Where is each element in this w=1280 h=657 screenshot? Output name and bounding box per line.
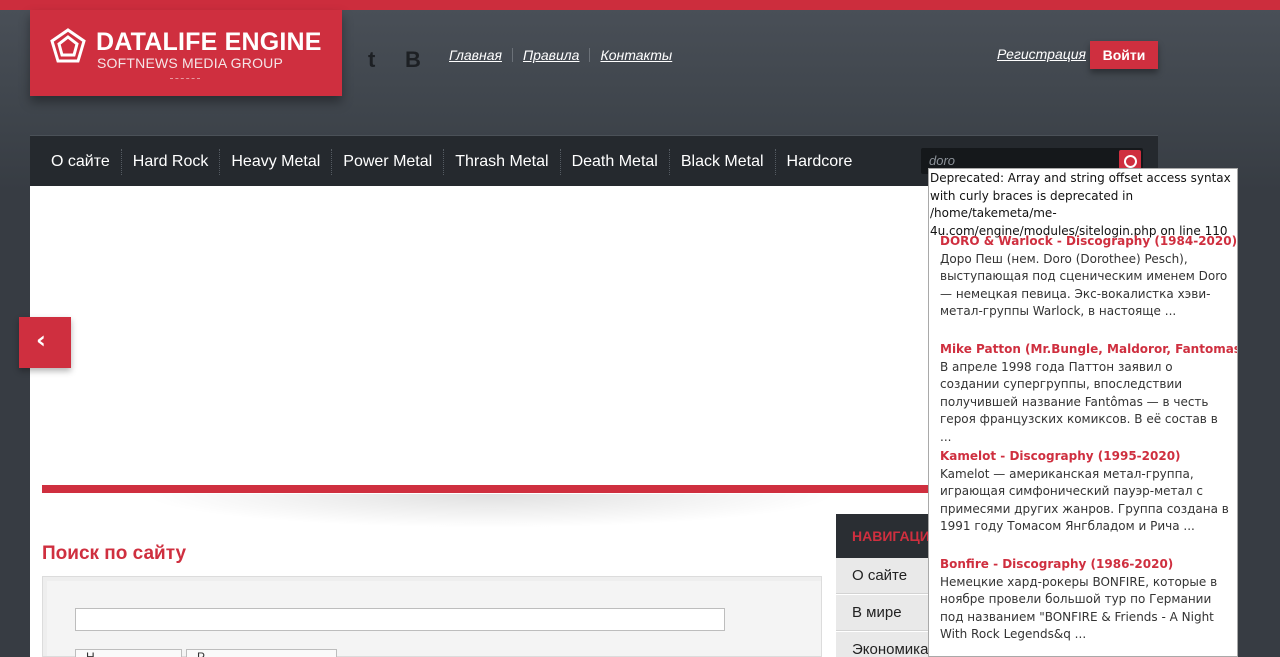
nav-item-hardcore[interactable]: Hardcore	[774, 148, 864, 175]
nav-item-black-metal[interactable]: Black Metal	[668, 148, 775, 175]
search-result-snippet: Kamelot — американская метал-группа, игр…	[940, 466, 1229, 534]
top-accent-strip	[0, 0, 1280, 10]
logo-divider	[170, 78, 200, 79]
advanced-search-button[interactable]: Р	[186, 649, 337, 657]
top-link-contacts[interactable]: Контакты	[600, 47, 672, 63]
nav-item-thrash-metal[interactable]: Thrash Metal	[443, 148, 559, 175]
top-link-home[interactable]: Главная	[449, 47, 502, 63]
slider-bottom-bar	[42, 485, 938, 493]
search-submit-button[interactable]: Н	[75, 649, 182, 657]
nav-item-hard-rock[interactable]: Hard Rock	[120, 148, 220, 175]
sidebar-heading: НАВИГАЦИ	[836, 514, 938, 558]
login-button[interactable]: Войти	[1090, 41, 1158, 69]
register-link[interactable]: Регистрация	[997, 46, 1086, 62]
search-result-title[interactable]: Bonfire - Discography (1986-2020)	[940, 556, 1230, 574]
search-result-snippet: Немецкие хард-рокеры BONFIRE, которые в …	[940, 574, 1218, 642]
search-result-snippet: Доро Пеш (нем. Doro (Dorothee) Pesch), в…	[940, 251, 1228, 319]
logo-star-icon	[50, 28, 86, 63]
top-link-separator	[511, 48, 513, 62]
site-search-input[interactable]	[75, 608, 725, 631]
sidebar-item-economy[interactable]: Экономика	[836, 632, 938, 657]
site-logo[interactable]: DATALIFE ENGINE SOFTNEWS MEDIA GROUP	[30, 10, 342, 96]
top-link-separator	[589, 48, 591, 62]
twitter-icon[interactable]: t	[368, 47, 375, 73]
sidebar-item-label: В мире	[852, 604, 902, 621]
search-result-item[interactable]: Kamelot - Discography (1995-2020) Kamelo…	[940, 448, 1230, 536]
logo-title: DATALIFE ENGINE	[96, 28, 322, 56]
search-results-dropdown: Deprecated: Array and string offset acce…	[928, 168, 1238, 657]
quick-search-value: doro	[929, 153, 956, 168]
chevron-left-icon: ‹	[36, 326, 46, 354]
search-result-title[interactable]: DORO & Warlock - Discography (1984-2020)	[940, 233, 1237, 251]
nav-item-power-metal[interactable]: Power Metal	[331, 148, 443, 175]
slider-prev-button[interactable]: ‹	[19, 317, 71, 368]
search-result-title[interactable]: Mike Patton (Mr.Bungle, Maldoror, Fantom…	[940, 341, 1237, 359]
page-title: Поиск по сайту	[42, 543, 187, 564]
search-result-item[interactable]: DORO & Warlock - Discography (1984-2020)…	[940, 233, 1237, 321]
logo-subtitle: SOFTNEWS MEDIA GROUP	[97, 55, 284, 71]
search-result-item[interactable]: Mike Patton (Mr.Bungle, Maldoror, Fantom…	[940, 341, 1237, 446]
sidebar-item-world[interactable]: В мире	[836, 595, 938, 631]
search-result-snippet: В апреле 1998 года Паттон заявил о созда…	[940, 359, 1218, 444]
nav-item-heavy-metal[interactable]: Heavy Metal	[219, 148, 331, 175]
nav-item-death-metal[interactable]: Death Metal	[559, 148, 669, 175]
top-link-rules[interactable]: Правила	[523, 47, 580, 63]
sidebar-item-label: О сайте	[852, 567, 908, 584]
search-result-item[interactable]: Bonfire - Discography (1986-2020) Немецк…	[940, 556, 1230, 644]
sidebar-item-label: Экономика	[852, 641, 929, 657]
sidebar-item-about[interactable]: О сайте	[836, 558, 938, 594]
top-links: Главная Правила Контакты	[449, 47, 672, 63]
decorative-shadow	[140, 494, 840, 528]
search-result-title[interactable]: Kamelot - Discography (1995-2020)	[940, 448, 1230, 466]
sidebar-heading-label: НАВИГАЦИ	[852, 528, 930, 544]
vk-icon[interactable]: B	[405, 47, 421, 73]
php-warning-text: Deprecated: Array and string offset acce…	[930, 171, 1231, 238]
nav-item-about[interactable]: О сайте	[40, 149, 121, 175]
